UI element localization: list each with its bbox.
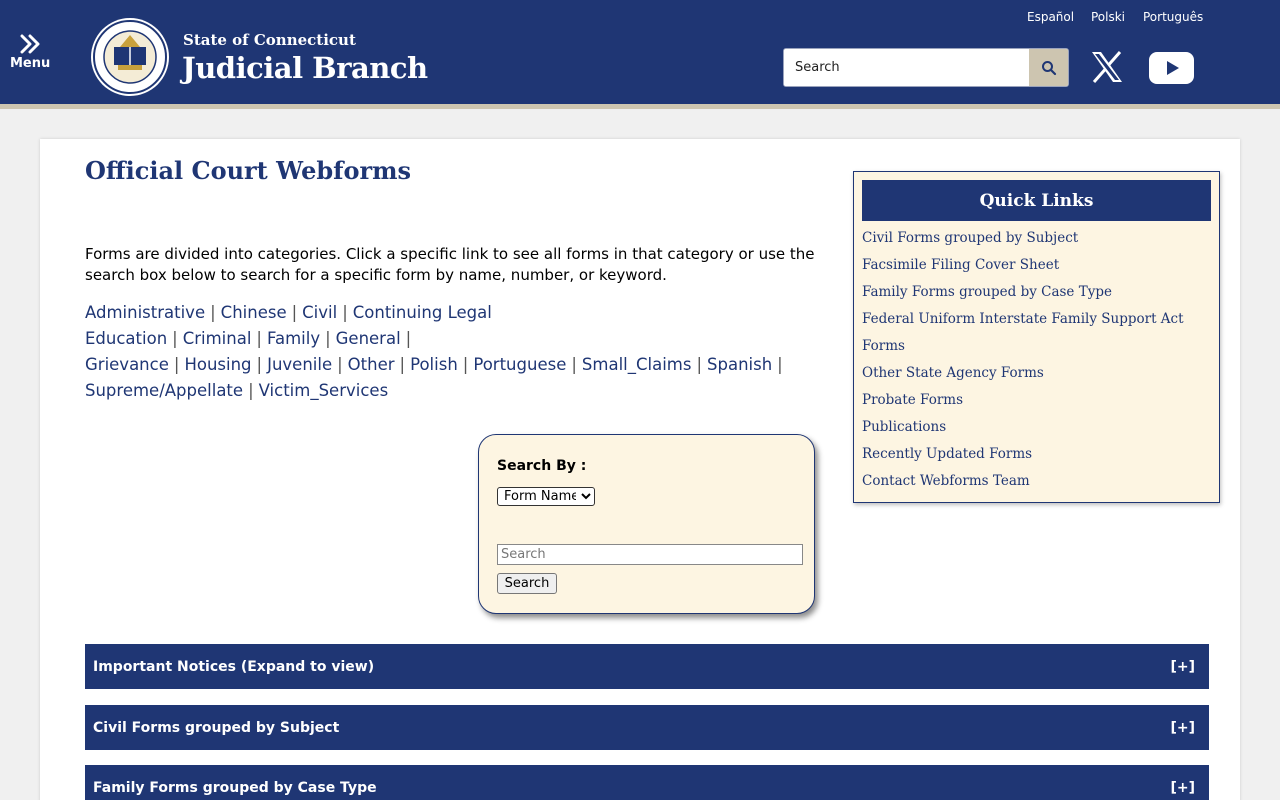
accordion-toggle[interactable]: [+] xyxy=(1170,780,1195,796)
form-search-button[interactable]: Search xyxy=(497,573,557,594)
quick-links-list: Civil Forms grouped by Subject Facsimile… xyxy=(862,225,1212,495)
category-link[interactable]: Portuguese xyxy=(473,355,566,374)
form-search-input[interactable] xyxy=(497,544,803,565)
separator: | xyxy=(325,329,331,348)
separator: | xyxy=(256,355,263,374)
separator: | xyxy=(696,355,703,374)
category-link[interactable]: Victim_Services xyxy=(259,381,389,400)
separator: | xyxy=(337,355,343,374)
search-submit-button[interactable] xyxy=(1029,49,1068,86)
header-stripe xyxy=(0,104,1280,109)
category-link[interactable]: General xyxy=(336,329,401,348)
separator: | xyxy=(210,303,216,322)
separator: | xyxy=(462,355,469,374)
separator: | xyxy=(172,329,178,348)
search-by-label: Search By : xyxy=(497,458,587,474)
quick-link[interactable]: Facsimile Filing Cover Sheet xyxy=(862,252,1212,279)
category-link[interactable]: Polish xyxy=(410,355,458,374)
separator: | xyxy=(248,381,254,400)
brand-title[interactable]: Judicial Branch xyxy=(182,51,428,85)
site-search xyxy=(783,48,1069,87)
menu-button[interactable]: Menu xyxy=(10,34,50,76)
separator: | xyxy=(405,329,412,348)
quick-link[interactable]: Other State Agency Forms xyxy=(862,360,1212,387)
category-link[interactable]: Grievance xyxy=(85,355,169,374)
accordion-label: Important Notices (Expand to view) xyxy=(93,658,375,675)
language-link-espanol[interactable]: Español xyxy=(1027,10,1074,24)
accordion-civil-forms[interactable]: Civil Forms grouped by Subject [+] xyxy=(85,705,1209,750)
separator: | xyxy=(256,329,262,348)
quick-links-panel: Quick Links Civil Forms grouped by Subje… xyxy=(853,171,1220,503)
quick-links-title: Quick Links xyxy=(862,180,1211,221)
search-icon xyxy=(1041,60,1056,75)
category-link[interactable]: Chinese xyxy=(221,303,287,322)
quick-link[interactable]: Contact Webforms Team xyxy=(862,468,1212,495)
separator: | xyxy=(571,355,577,374)
category-link[interactable]: Other xyxy=(348,355,395,374)
accordion-important-notices[interactable]: Important Notices (Expand to view) [+] xyxy=(85,644,1209,689)
accordion-family-forms[interactable]: Family Forms grouped by Case Type [+] xyxy=(85,765,1209,800)
brand-subtitle[interactable]: State of Connecticut xyxy=(183,31,356,49)
site-search-input[interactable] xyxy=(784,49,1030,86)
category-links: Administrative | Chinese | Civil | Continuing … xyxy=(85,300,825,404)
separator: | xyxy=(342,303,348,322)
category-link[interactable]: Family xyxy=(267,329,320,348)
x-twitter-icon[interactable] xyxy=(1090,51,1124,83)
category-link[interactable]: Criminal xyxy=(183,329,252,348)
accordion-label: Family Forms grouped by Case Type xyxy=(93,779,377,796)
quick-link[interactable]: Family Forms grouped by Case Type xyxy=(862,279,1212,306)
accordion-toggle[interactable]: [+] xyxy=(1170,659,1195,675)
double-chevron-right-icon xyxy=(20,34,40,54)
category-link[interactable]: Supreme/Appellate xyxy=(85,381,243,400)
accordion-toggle[interactable]: [+] xyxy=(1170,720,1195,736)
quick-link[interactable]: Civil Forms grouped by Subject xyxy=(862,225,1212,252)
form-search-panel: Search By : Form Name Search xyxy=(478,434,815,614)
quick-link[interactable]: Federal Uniform Interstate Family Suppor… xyxy=(862,306,1212,333)
intro-text: Forms are divided into categories. Click… xyxy=(85,245,815,284)
category-link[interactable]: Administrative xyxy=(85,303,205,322)
state-seal-logo[interactable] xyxy=(90,17,170,97)
separator: | xyxy=(173,355,180,374)
accordion-label: Civil Forms grouped by Subject xyxy=(93,719,340,736)
category-link[interactable]: Housing xyxy=(184,355,251,374)
youtube-icon[interactable] xyxy=(1149,52,1194,84)
language-link-portugues[interactable]: Português xyxy=(1143,10,1203,24)
category-link[interactable]: Civil xyxy=(302,303,337,322)
menu-label: Menu xyxy=(10,56,51,71)
separator: | xyxy=(777,355,783,374)
language-link-polski[interactable]: Polski xyxy=(1091,10,1125,24)
quick-link[interactable]: Forms xyxy=(862,333,1212,360)
category-link[interactable]: Juvenile xyxy=(267,355,332,374)
separator: | xyxy=(399,355,406,374)
separator: | xyxy=(291,303,298,322)
quick-link[interactable]: Recently Updated Forms xyxy=(862,441,1212,468)
search-by-select[interactable]: Form Name xyxy=(497,487,595,506)
page-title: Official Court Webforms xyxy=(85,156,412,185)
quick-link[interactable]: Probate Forms xyxy=(862,387,1212,414)
category-link[interactable]: Small_Claims xyxy=(582,355,692,374)
quick-link[interactable]: Publications xyxy=(862,414,1212,441)
category-link[interactable]: Spanish xyxy=(707,355,772,374)
